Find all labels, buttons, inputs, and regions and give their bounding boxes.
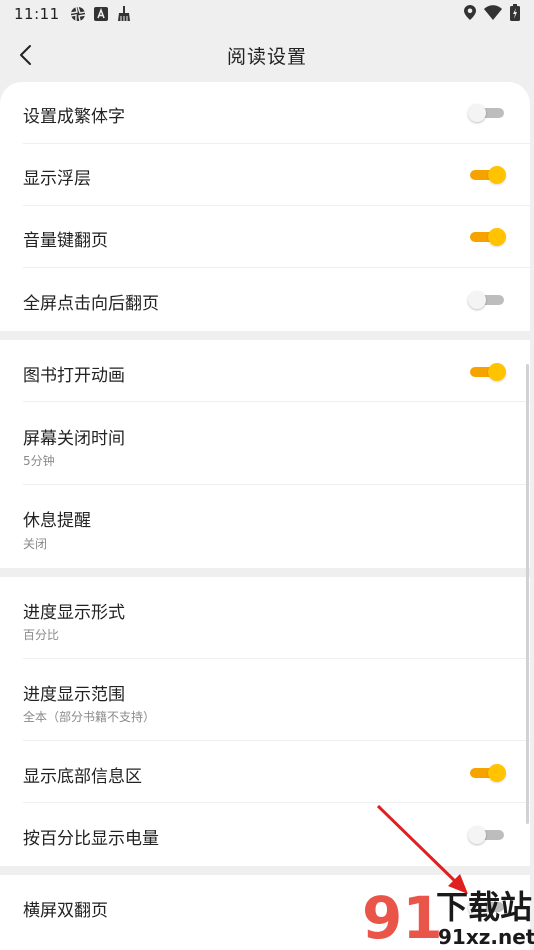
setting-label: 图书打开动画 [23, 366, 125, 386]
setting-label: 横屏双翻页 [23, 901, 108, 921]
setting-row-bottom-info[interactable]: 显示底部信息区 [0, 741, 530, 803]
broom-icon [116, 6, 132, 22]
toggle-volume-page[interactable] [468, 226, 508, 248]
setting-row-traditional[interactable]: 设置成繁体字 [0, 82, 530, 144]
setting-label: 显示底部信息区 [23, 767, 142, 787]
setting-label: 全屏点击向后翻页 [23, 294, 159, 314]
setting-label: 设置成繁体字 [23, 107, 125, 127]
toggle-traditional[interactable] [468, 102, 508, 124]
setting-value: 关闭 [23, 537, 48, 551]
toggle-overlay[interactable] [468, 164, 508, 186]
setting-row-fullscreen-tap[interactable]: 全屏点击向后翻页 [0, 268, 530, 331]
chevron-left-icon [20, 45, 31, 65]
svg-text:下载站: 下载站 [436, 888, 532, 926]
app-header: 阅读设置 [0, 28, 534, 82]
setting-row-overlay[interactable]: 显示浮层 [0, 144, 530, 206]
toggle-book-animation[interactable] [468, 361, 508, 383]
scrollbar[interactable] [526, 364, 529, 824]
location-icon [464, 4, 476, 24]
watermark-logo: 91 下载站 91xz.net [360, 882, 534, 950]
section-gap [0, 331, 530, 340]
battery-charging-icon [510, 3, 520, 25]
setting-label: 显示浮层 [23, 169, 91, 189]
setting-row-progress-range[interactable]: 进度显示范围 全本（部分书籍不支持） [0, 659, 530, 741]
page-title: 阅读设置 [226, 45, 307, 68]
section-gap [0, 568, 530, 577]
toggle-fullscreen-tap[interactable] [468, 289, 508, 311]
setting-label: 进度显示形式 [23, 603, 125, 623]
svg-text:91xz.net: 91xz.net [438, 925, 534, 949]
setting-label: 进度显示范围 [23, 685, 125, 705]
setting-value: 5分钟 [23, 454, 55, 468]
setting-row-screen-off[interactable]: 屏幕关闭时间 5分钟 [0, 402, 530, 485]
wifi-icon [484, 4, 502, 24]
aperture-icon [70, 6, 86, 22]
setting-row-volume-page[interactable]: 音量键翻页 [0, 206, 530, 268]
setting-label: 音量键翻页 [23, 231, 108, 251]
setting-value: 百分比 [23, 628, 60, 642]
setting-label: 屏幕关闭时间 [23, 429, 125, 449]
status-bar: 11:11 [0, 0, 534, 28]
toggle-bottom-info[interactable] [468, 762, 508, 784]
setting-row-progress-format[interactable]: 进度显示形式 百分比 [0, 577, 530, 659]
setting-row-rest-reminder[interactable]: 休息提醒 关闭 [0, 485, 530, 568]
status-time: 11:11 [14, 5, 60, 23]
setting-label: 按百分比显示电量 [23, 829, 159, 849]
svg-text:91: 91 [362, 884, 443, 950]
a-box-icon [93, 7, 108, 21]
setting-label: 休息提醒 [23, 511, 91, 531]
setting-row-book-animation[interactable]: 图书打开动画 [0, 340, 530, 402]
back-button[interactable] [8, 38, 42, 72]
setting-value: 全本（部分书籍不支持） [23, 710, 156, 724]
